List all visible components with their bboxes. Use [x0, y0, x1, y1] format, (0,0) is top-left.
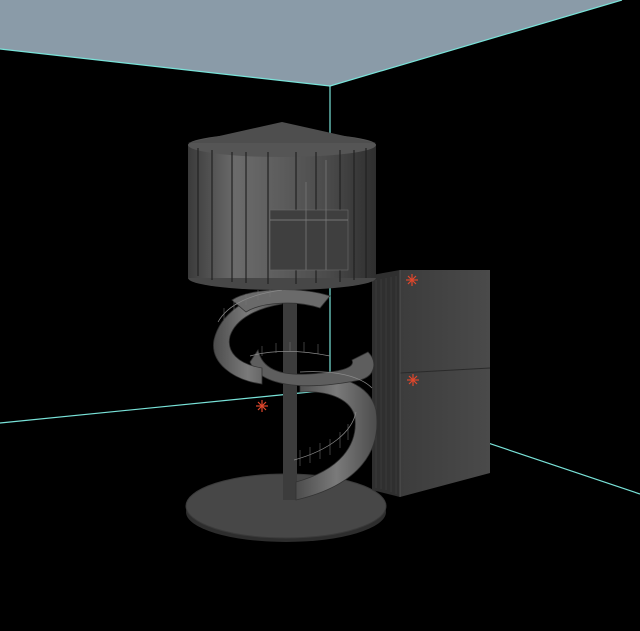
room-ceiling	[0, 0, 622, 86]
support-block[interactable]	[372, 270, 491, 497]
water-tank-cylinder[interactable]	[188, 122, 376, 290]
pivot-marker-stair[interactable]	[256, 400, 268, 412]
central-column[interactable]	[283, 290, 297, 500]
3d-viewport[interactable]	[0, 0, 640, 631]
viewport-canvas[interactable]	[0, 0, 640, 631]
